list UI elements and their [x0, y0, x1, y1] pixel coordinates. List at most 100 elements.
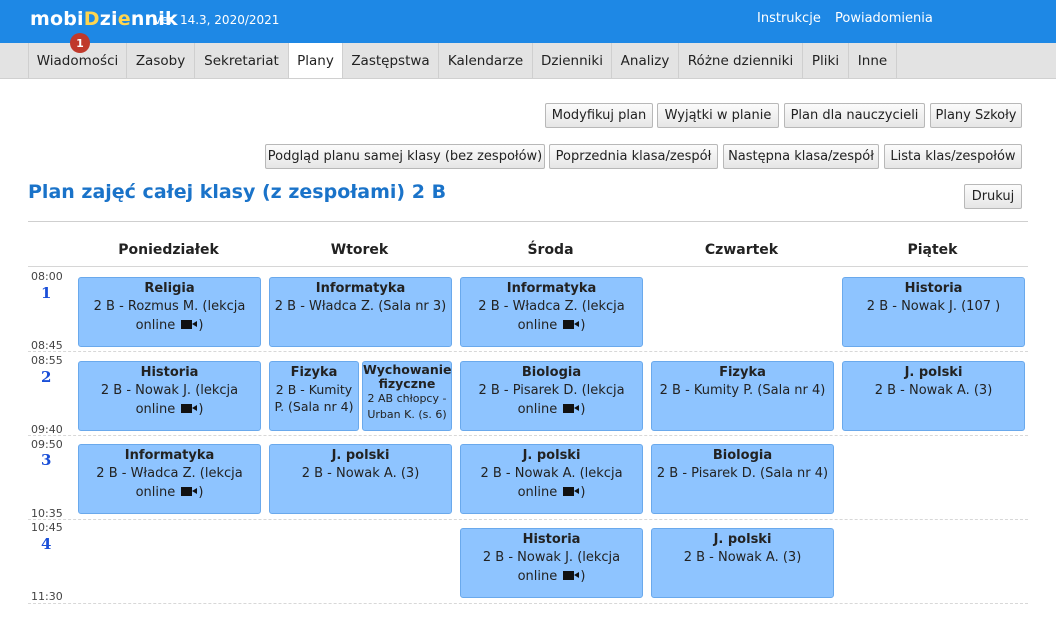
lesson-cell[interactable]: Fizyka 2 B - Kumity P. (Sala nr 4) — [651, 361, 834, 431]
video-camera-icon — [563, 404, 580, 413]
lesson-cell[interactable]: Historia 2 B - Nowak J. (107 ) — [842, 277, 1025, 347]
modify-plan-button[interactable]: Modyfikuj plan — [545, 103, 653, 128]
lesson-cell[interactable]: J. polski 2 B - Nowak A. (lekcja online … — [460, 444, 643, 514]
lesson-cell[interactable]: Biologia 2 B - Pisarek D. (lekcja online… — [460, 361, 643, 431]
lesson-cell[interactable]: Informatyka 2 B - Władca Z. (lekcja onli… — [460, 277, 643, 347]
lesson-number: 1 — [41, 284, 52, 302]
brand-part: mobi — [30, 8, 84, 30]
period-end-time: 09:40 — [31, 423, 63, 436]
notifications-link[interactable]: Powiadomienia — [835, 11, 933, 26]
next-class-button[interactable]: Następna klasa/zespół — [723, 144, 879, 169]
lesson-subject: J. polski — [522, 448, 581, 463]
lesson-subject: Historia — [522, 532, 581, 547]
lesson-details: 2 B - Władca Z. (Sala nr 3) — [274, 299, 447, 314]
notification-badge[interactable]: 1 — [70, 33, 90, 53]
lesson-details: 2 AB chłopcy - Urban K. (s. 6) — [367, 392, 447, 421]
video-camera-icon — [563, 487, 580, 496]
lesson-details: 2 B - Nowak J. (lekcja online — [100, 383, 239, 417]
lesson-subject: Fizyka — [719, 365, 766, 380]
lesson-subject: Biologia — [521, 365, 582, 380]
tab-inne[interactable]: Inne — [849, 43, 897, 78]
lesson-details: 2 B - Nowak J. (lekcja online — [482, 550, 621, 584]
video-camera-icon — [181, 404, 198, 413]
lesson-details: 2 B - Nowak A. (lekcja online — [480, 466, 623, 500]
lesson-details: 2 B - Władca Z. (lekcja online — [478, 299, 625, 333]
lesson-subject: Informatyka — [506, 281, 597, 296]
closing-paren: ) — [580, 569, 586, 584]
lesson-details: 2 B - Rozmus M. (lekcja online — [93, 299, 246, 333]
lesson-subject: Fizyka — [290, 365, 338, 380]
tab-plany[interactable]: Plany — [289, 43, 343, 79]
lesson-cell[interactable]: Biologia 2 B - Pisarek D. (Sala nr 4) — [651, 444, 834, 514]
day-header-friday: Piątek — [907, 242, 958, 258]
period-separator — [28, 603, 1028, 604]
tab-zastepstwa[interactable]: Zastępstwa — [343, 43, 439, 78]
class-only-preview-button[interactable]: Podgląd planu samej klasy (bez zespołów) — [265, 144, 545, 169]
top-bar: mobiDziennik ver. 14.3, 2020/2021 Instru… — [0, 0, 1056, 43]
app-version: ver. 14.3, 2020/2021 — [154, 13, 280, 27]
tab-dzienniki[interactable]: Dzienniki — [533, 43, 612, 78]
tab-kalendarze[interactable]: Kalendarze — [439, 43, 533, 78]
period-separator — [28, 351, 1028, 352]
print-button[interactable]: Drukuj — [964, 184, 1022, 209]
period-start-time: 10:45 — [31, 521, 63, 534]
lesson-details: 2 B - Nowak A. (3) — [874, 383, 993, 398]
brand-part: D — [83, 8, 100, 30]
lesson-cell[interactable]: Fizyka 2 B - Kumity P. (Sala nr 4) — [269, 361, 359, 431]
nav-divider — [0, 78, 1056, 79]
day-header-tuesday: Wtorek — [330, 242, 389, 258]
schedule-header-divider — [28, 266, 1028, 267]
lesson-details: 2 B - Nowak J. (107 ) — [866, 299, 1001, 314]
lesson-details: 2 B - Pisarek D. (lekcja online — [478, 383, 625, 417]
tab-zasoby[interactable]: Zasoby — [127, 43, 195, 78]
lesson-cell[interactable]: Informatyka 2 B - Władca Z. (Sala nr 3) — [269, 277, 452, 347]
tab-rozne-dzienniki[interactable]: Różne dzienniki — [679, 43, 803, 78]
period-start-time: 09:50 — [31, 438, 63, 451]
lesson-cell[interactable]: Informatyka 2 B - Władca Z. (lekcja onli… — [78, 444, 261, 514]
plan-exceptions-button[interactable]: Wyjątki w planie — [657, 103, 779, 128]
closing-paren: ) — [580, 402, 586, 417]
lesson-details: 2 B - Władca Z. (lekcja online — [96, 466, 243, 500]
period-end-time: 11:30 — [31, 590, 63, 603]
video-camera-icon — [181, 487, 198, 496]
teacher-plan-button[interactable]: Plan dla nauczycieli — [784, 103, 925, 128]
lesson-subject: J. polski — [331, 448, 390, 463]
lesson-subject: J. polski — [904, 365, 963, 380]
instructions-link[interactable]: Instrukcje — [757, 11, 821, 26]
day-header-thursday: Czwartek — [704, 242, 779, 258]
tab-analizy[interactable]: Analizy — [612, 43, 679, 78]
day-header-wednesday: Środa — [527, 242, 574, 258]
closing-paren: ) — [198, 485, 204, 500]
lesson-cell[interactable]: Religia 2 B - Rozmus M. (lekcja online ) — [78, 277, 261, 347]
closing-paren: ) — [198, 402, 204, 417]
lesson-number: 3 — [41, 451, 52, 469]
lesson-details: 2 B - Nowak A. (3) — [301, 466, 420, 481]
lesson-cell[interactable]: J. polski 2 B - Nowak A. (3) — [842, 361, 1025, 431]
tab-pliki[interactable]: Pliki — [803, 43, 849, 78]
period-separator — [28, 435, 1028, 436]
lesson-details: 2 B - Pisarek D. (Sala nr 4) — [656, 466, 829, 481]
lesson-subject: Historia — [140, 365, 199, 380]
period-start-time: 08:00 — [31, 270, 63, 283]
main-nav: Wiadomości Zasoby Sekretariat Plany Zast… — [0, 43, 1056, 79]
brand-part: e — [117, 8, 131, 30]
lesson-cell[interactable]: Historia 2 B - Nowak J. (lekcja online ) — [78, 361, 261, 431]
lesson-subject: Biologia — [712, 448, 773, 463]
brand-part: zi — [99, 8, 118, 30]
lesson-cell[interactable]: J. polski 2 B - Nowak A. (3) — [651, 528, 834, 598]
day-header-monday: Poniedziałek — [118, 242, 219, 258]
lesson-subject: Wychowanie fizyczne — [363, 362, 452, 391]
lesson-cell[interactable]: J. polski 2 B - Nowak A. (3) — [269, 444, 452, 514]
lesson-number: 4 — [41, 535, 52, 553]
lesson-subject: Informatyka — [315, 281, 406, 296]
period-separator — [28, 519, 1028, 520]
class-list-button[interactable]: Lista klas/zespołów — [884, 144, 1022, 169]
previous-class-button[interactable]: Poprzednia klasa/zespół — [549, 144, 718, 169]
lesson-details: 2 B - Nowak A. (3) — [683, 550, 802, 565]
lesson-details: 2 B - Kumity P. (Sala nr 4) — [274, 382, 354, 414]
title-divider — [28, 221, 1028, 222]
lesson-cell[interactable]: Historia 2 B - Nowak J. (lekcja online ) — [460, 528, 643, 598]
school-plans-button[interactable]: Plany Szkoły — [930, 103, 1022, 128]
tab-sekretariat[interactable]: Sekretariat — [195, 43, 289, 78]
lesson-cell[interactable]: Wychowanie fizyczne 2 AB chłopcy - Urban… — [362, 361, 452, 431]
